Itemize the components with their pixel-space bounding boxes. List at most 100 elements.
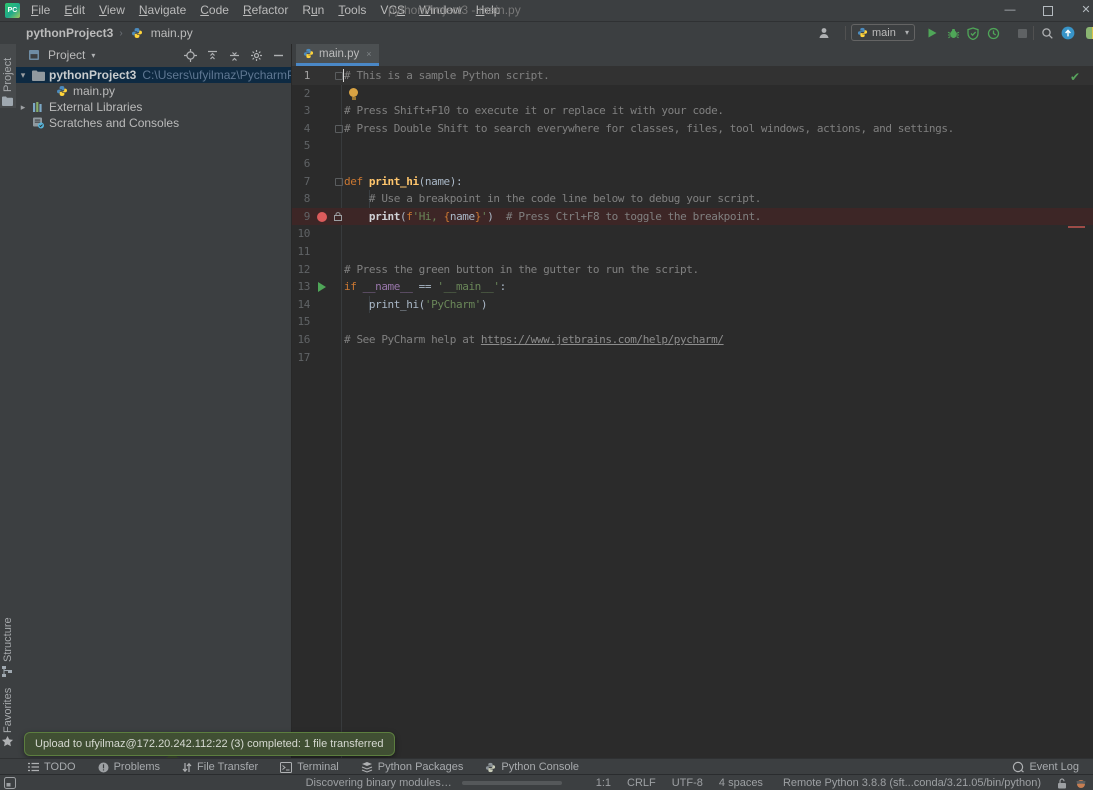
menu-navigate[interactable]: Navigate — [132, 0, 193, 21]
code-editor[interactable]: 1# This is a sample Python script. 2 3# Pr… — [292, 67, 1093, 758]
maximize-button[interactable] — [1040, 0, 1056, 21]
locate-file-button[interactable] — [184, 49, 197, 62]
line-number[interactable]: 9 — [292, 210, 310, 223]
favorites-star-icon[interactable] — [2, 736, 14, 748]
interpreter-widget[interactable]: Remote Python 3.8.8 (sft...conda/3.21.05… — [783, 777, 1041, 789]
line-number[interactable]: 17 — [292, 351, 310, 364]
project-folder-icon[interactable] — [2, 96, 14, 108]
menu-edit[interactable]: Edit — [57, 0, 92, 21]
editor-tab-main-py[interactable]: main.py × — [296, 44, 379, 66]
line-number[interactable]: 4 — [292, 122, 310, 135]
code-line-13[interactable]: 13if __name__ == '__main__': — [292, 278, 1093, 296]
line-number[interactable]: 5 — [292, 139, 310, 152]
menu-code[interactable]: Code — [193, 0, 236, 21]
line-number[interactable]: 14 — [292, 298, 310, 311]
chevron-down-icon[interactable]: ▾ — [16, 70, 30, 81]
line-separator-widget[interactable]: CRLF — [627, 777, 656, 789]
inspections-hector-icon[interactable] — [1075, 777, 1087, 789]
code-line-12[interactable]: 12# Press the green button in the gutter… — [292, 261, 1093, 279]
collapse-all-button[interactable] — [228, 49, 241, 62]
code-line-11[interactable]: 11 — [292, 243, 1093, 261]
expand-all-button[interactable] — [206, 49, 219, 62]
caret-position-widget[interactable]: 1:1 — [596, 777, 611, 789]
debug-button[interactable] — [945, 25, 961, 41]
run-with-coverage-button[interactable] — [965, 25, 981, 41]
fold-marker-icon[interactable] — [335, 125, 343, 133]
menu-file[interactable]: File — [24, 0, 57, 21]
indent-widget[interactable]: 4 spaces — [719, 777, 763, 789]
code-line-4[interactable]: 4# Press Double Shift to search everywhe… — [292, 120, 1093, 138]
breadcrumb-file[interactable]: main.py — [151, 26, 193, 40]
breadcrumb-project[interactable]: pythonProject3 — [26, 26, 113, 40]
code-line-1[interactable]: 1# This is a sample Python script. — [292, 67, 1093, 85]
line-number[interactable]: 16 — [292, 333, 310, 346]
line-number[interactable]: 12 — [292, 263, 310, 276]
code-line-17[interactable]: 17 — [292, 349, 1093, 367]
stripe-tab-structure[interactable]: Structure — [2, 617, 14, 662]
stripe-tab-project[interactable]: Project — [2, 58, 14, 92]
hide-panel-button[interactable] — [272, 49, 285, 62]
line-number[interactable]: 15 — [292, 315, 310, 328]
encoding-widget[interactable]: UTF-8 — [672, 777, 703, 789]
deployment-user-icon[interactable] — [816, 25, 832, 41]
toolwindow-switcher-icon[interactable] — [4, 777, 16, 789]
toolwindow-terminal[interactable]: Terminal — [280, 761, 339, 773]
line-number[interactable]: 3 — [292, 104, 310, 117]
code-line-16[interactable]: 16# See PyCharm help at https://www.jetb… — [292, 331, 1093, 349]
close-button[interactable]: ✕ — [1078, 0, 1093, 21]
code-line-7[interactable]: 7def print_hi(name): — [292, 173, 1093, 191]
tab-close-icon[interactable]: × — [366, 49, 371, 59]
readonly-lock-icon[interactable] — [1057, 778, 1067, 789]
plugin-edge-icon[interactable] — [1085, 25, 1093, 41]
toolwindow-problems[interactable]: Problems — [98, 761, 160, 773]
search-everywhere-button[interactable] — [1039, 25, 1055, 41]
stripe-tab-favorites[interactable]: Favorites — [2, 688, 14, 733]
code-line-15[interactable]: 15 — [292, 313, 1093, 331]
structure-icon[interactable] — [2, 666, 14, 678]
toolwindow-todo[interactable]: TODO — [28, 761, 76, 773]
fold-marker-icon[interactable] — [335, 72, 343, 80]
line-number[interactable]: 10 — [292, 227, 310, 240]
line-number[interactable]: 1 — [292, 69, 310, 82]
line-number[interactable]: 7 — [292, 175, 310, 188]
error-stripe-breakpoint-mark[interactable] — [1068, 226, 1085, 228]
toolwindow-event-log[interactable]: Event Log — [1012, 759, 1079, 775]
code-line-3[interactable]: 3# Press Shift+F10 to execute it or repl… — [292, 102, 1093, 120]
intention-bulb-icon[interactable] — [349, 88, 358, 97]
code-line-9[interactable]: 9 print(f'Hi, {name}') # Press Ctrl+F8 t… — [292, 208, 1093, 226]
menu-refactor[interactable]: Refactor — [236, 0, 295, 21]
code-line-14[interactable]: 14 print_hi('PyCharm') — [292, 296, 1093, 314]
menu-view[interactable]: View — [92, 0, 132, 21]
menu-run[interactable]: Run — [295, 0, 331, 21]
minimize-button[interactable]: — — [1002, 0, 1018, 21]
fold-marker-icon[interactable] — [335, 178, 343, 186]
line-number[interactable]: 11 — [292, 245, 310, 258]
toolwindow-python-console[interactable]: Python Console — [485, 761, 579, 773]
line-number[interactable]: 13 — [292, 280, 310, 293]
menu-tools[interactable]: Tools — [331, 0, 373, 21]
inspection-ok-icon[interactable]: ✔ — [1070, 70, 1080, 84]
chevron-right-icon[interactable]: ▸ — [16, 102, 30, 113]
toolwindow-python-packages[interactable]: Python Packages — [361, 761, 464, 773]
project-view-dropdown-icon[interactable]: ▾ — [91, 51, 95, 60]
ide-update-icon[interactable] — [1060, 25, 1076, 41]
tree-row-main-py[interactable]: main.py — [16, 83, 291, 99]
line-number[interactable]: 2 — [292, 87, 310, 100]
code-line-2[interactable]: 2 — [292, 85, 1093, 103]
toolwindow-file-transfer[interactable]: File Transfer — [182, 761, 258, 773]
code-line-6[interactable]: 6 — [292, 155, 1093, 173]
run-button[interactable] — [924, 25, 940, 41]
code-line-10[interactable]: 10 — [292, 225, 1093, 243]
breakpoint-icon[interactable] — [317, 212, 327, 222]
tree-row-scratches[interactable]: Scratches and Consoles — [16, 115, 291, 131]
tree-row-project-root[interactable]: ▾ pythonProject3 C:\Users\ufyilmaz\Pycha… — [16, 67, 291, 83]
project-panel-title[interactable]: Project — [48, 48, 85, 62]
tree-row-external-libraries[interactable]: ▸ External Libraries — [16, 99, 291, 115]
code-line-8[interactable]: 8 # Use a breakpoint in the code line be… — [292, 190, 1093, 208]
code-line-5[interactable]: 5 — [292, 137, 1093, 155]
line-number[interactable]: 6 — [292, 157, 310, 170]
run-gutter-icon[interactable] — [318, 282, 326, 292]
upload-notification[interactable]: Upload to ufyilmaz@172.20.242.112:22 (3)… — [24, 732, 395, 756]
line-number[interactable]: 8 — [292, 192, 310, 205]
settings-gear-icon[interactable] — [250, 49, 263, 62]
